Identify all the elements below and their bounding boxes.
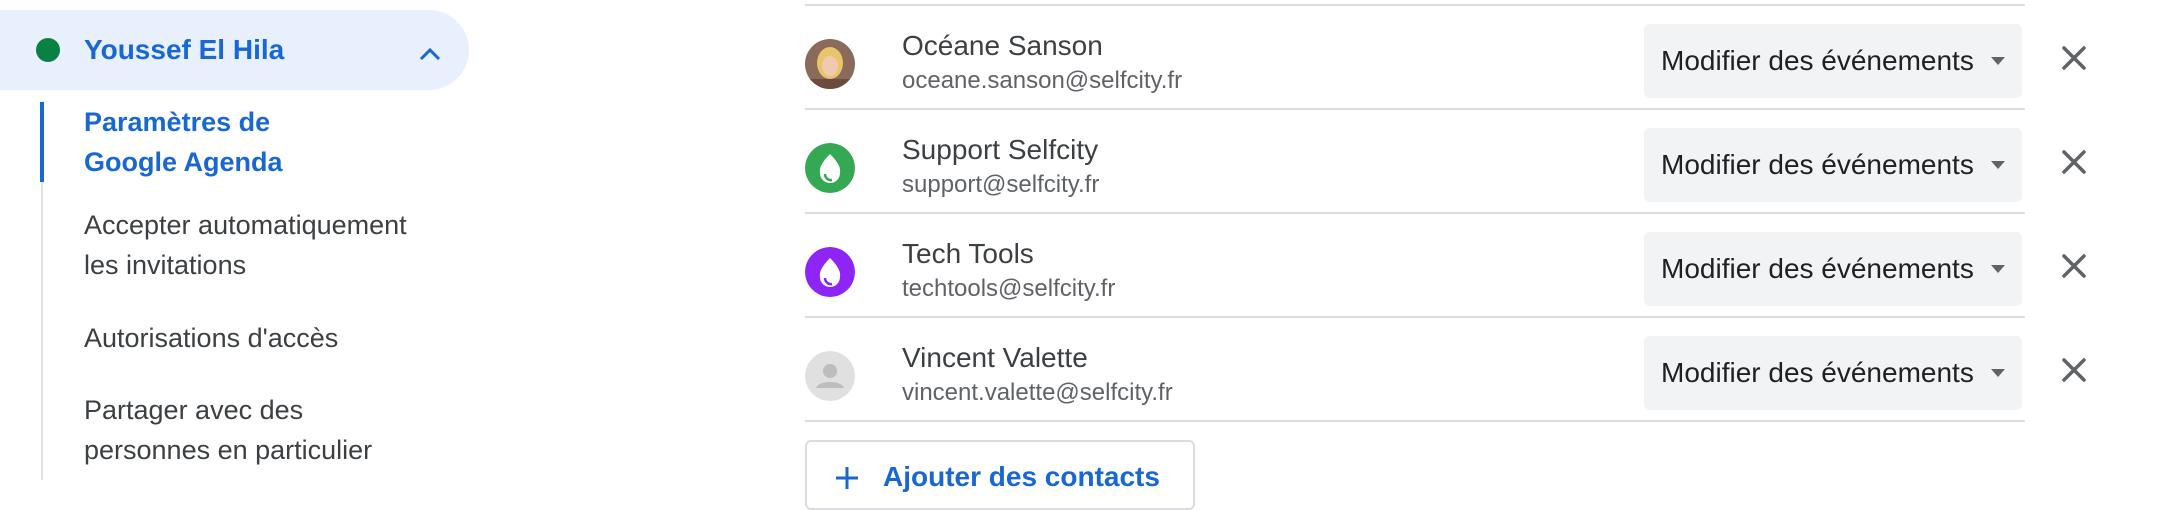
avatar	[805, 351, 855, 401]
share-row: Vincent Valette vincent.valette@selfcity…	[805, 318, 2086, 422]
nav-item-share-with-people[interactable]: Partager avec des personnes en particuli…	[84, 390, 444, 470]
nav-item-label: Google Agenda	[84, 147, 283, 177]
nav-item-auto-accept[interactable]: Accepter automatiquement les invitations	[84, 205, 444, 285]
chevron-up-icon[interactable]	[418, 46, 442, 62]
dropdown-arrow-icon	[1991, 265, 2005, 273]
dropdown-arrow-icon	[1991, 57, 2005, 65]
account-name: Youssef El Hila	[84, 34, 285, 65]
nav-item-label: les invitations	[84, 250, 247, 280]
remove-icon[interactable]	[2055, 247, 2093, 285]
account-header[interactable]: Youssef El Hila	[0, 10, 469, 90]
nav-item-label: Paramètres de	[84, 107, 271, 137]
permission-label: Modifier des événements	[1661, 253, 1974, 284]
nav-item-settings[interactable]: Paramètres de Google Agenda	[84, 102, 444, 182]
contact-name: Vincent Valette	[902, 342, 1088, 373]
contact-name: Tech Tools	[902, 238, 1034, 269]
share-list: Océane Sanson oceane.sanson@selfcity.fr …	[805, 0, 2086, 510]
share-row: Océane Sanson oceane.sanson@selfcity.fr …	[805, 6, 2086, 110]
contact-email: oceane.sanson@selfcity.fr	[902, 67, 1183, 94]
share-row: Tech Tools techtools@selfcity.fr Modifie…	[805, 214, 2086, 318]
contact-email: techtools@selfcity.fr	[902, 275, 1116, 302]
calendar-color-dot	[36, 38, 60, 62]
remove-icon[interactable]	[2055, 351, 2093, 389]
plus-icon	[836, 467, 858, 489]
permission-label: Modifier des événements	[1661, 45, 1974, 76]
nav-item-label: Accepter automatiquement	[84, 210, 407, 240]
add-contacts-label: Ajouter des contacts	[883, 461, 1160, 492]
permission-label: Modifier des événements	[1661, 149, 1974, 180]
divider	[805, 420, 2025, 422]
permission-select[interactable]: Modifier des événements	[1644, 128, 2022, 202]
permission-label: Modifier des événements	[1661, 357, 1974, 388]
share-row: Support Selfcity support@selfcity.fr Mod…	[805, 110, 2086, 214]
nav-item-label: personnes en particulier	[84, 435, 373, 465]
dropdown-arrow-icon	[1991, 369, 2005, 377]
remove-icon[interactable]	[2055, 143, 2093, 181]
nav-active-indicator	[40, 102, 44, 182]
permission-select[interactable]: Modifier des événements	[1644, 24, 2022, 98]
permission-select[interactable]: Modifier des événements	[1644, 232, 2022, 306]
dropdown-arrow-icon	[1991, 161, 2005, 169]
nav-item-label: Autorisations d'accès	[84, 323, 339, 353]
avatar	[805, 247, 855, 297]
contact-name: Support Selfcity	[902, 134, 1099, 165]
contact-email: vincent.valette@selfcity.fr	[902, 379, 1173, 406]
nav-item-label: Partager avec des	[84, 395, 304, 425]
settings-sidebar: Youssef El Hila Paramètres de Google Age…	[0, 0, 480, 480]
avatar	[805, 39, 855, 89]
contact-name: Océane Sanson	[902, 30, 1103, 61]
remove-icon[interactable]	[2055, 39, 2093, 77]
avatar	[805, 143, 855, 193]
nav-item-access-permissions[interactable]: Autorisations d'accès	[84, 318, 444, 358]
add-contacts-button[interactable]: Ajouter des contacts	[805, 440, 1195, 510]
contact-email: support@selfcity.fr	[902, 171, 1100, 198]
permission-select[interactable]: Modifier des événements	[1644, 336, 2022, 410]
